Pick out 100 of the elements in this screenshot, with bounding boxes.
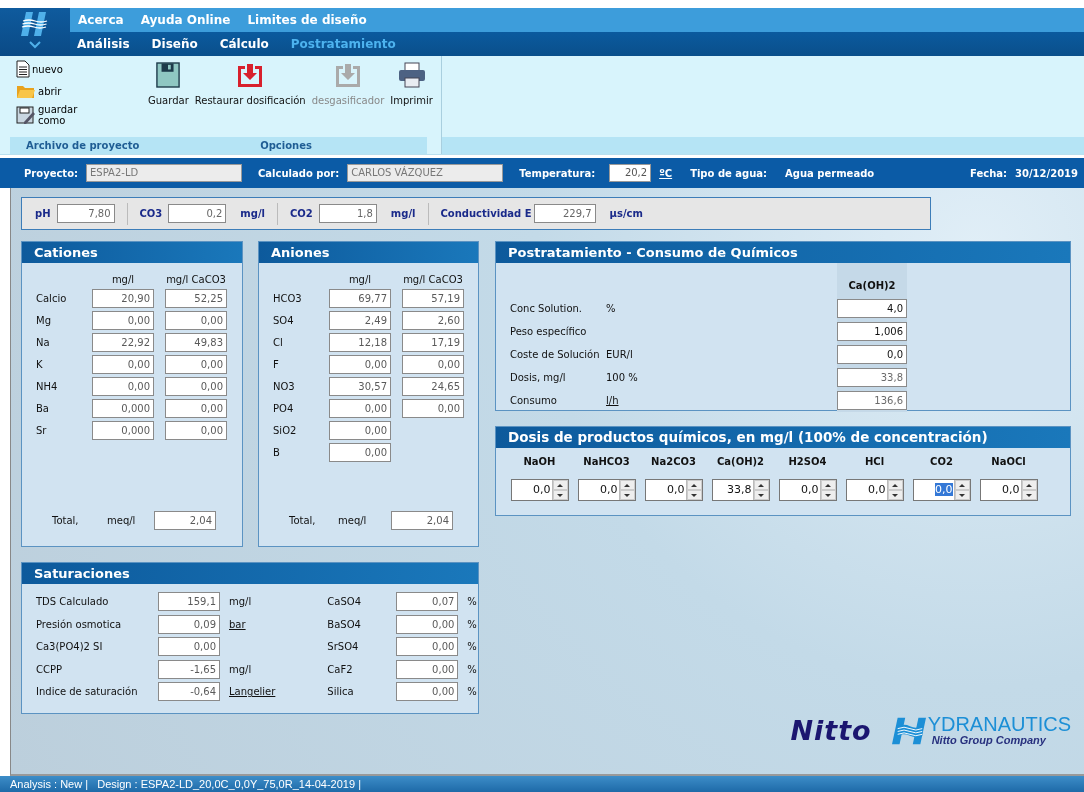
project-field[interactable]: ESPA2-LD — [86, 164, 242, 182]
brand-logo: Nitto — [790, 715, 872, 746]
total-field[interactable]: 2,04 — [154, 511, 216, 530]
ion-label: Cl — [273, 337, 284, 348]
brand-h-icon — [891, 715, 926, 746]
folder-icon — [16, 83, 36, 99]
value-field[interactable]: 7,80 — [56, 204, 115, 223]
value-field[interactable]: 2,60 — [402, 311, 464, 330]
value-field[interactable]: 229,7 — [533, 204, 596, 223]
column-header: mg/l CaCO3 — [402, 273, 464, 285]
value-field[interactable]: 30,57 — [329, 377, 391, 396]
row-label: Presión osmotica — [36, 618, 123, 630]
value-field[interactable]: 0,00 — [329, 355, 391, 374]
field-label: Proyecto: — [24, 167, 78, 179]
value-field[interactable]: 0,00 — [329, 399, 391, 418]
value-field[interactable]: 57,19 — [402, 289, 464, 308]
value-field[interactable]: 0,09 — [158, 614, 220, 634]
total-label: Total, — [288, 515, 317, 526]
row-label: CaF2 — [327, 663, 354, 675]
value-field[interactable]: 17,19 — [402, 333, 464, 352]
value-field[interactable]: 159,1 — [158, 592, 220, 612]
value-field[interactable]: 2,49 — [329, 311, 391, 330]
document-icon — [16, 60, 30, 78]
ion-label: Sr — [36, 425, 48, 436]
value-field[interactable]: 52,25 — [165, 289, 227, 308]
row-label: Indice de saturación — [36, 686, 139, 698]
value-field[interactable]: 0,000 — [92, 399, 154, 418]
value-field[interactable]: 0,00 — [165, 399, 227, 418]
value-field[interactable]: 0,000 — [92, 421, 154, 440]
unit-label: % — [467, 618, 477, 630]
unit-label: mg/l — [229, 663, 252, 675]
ion-label: SO4 — [273, 315, 295, 326]
parameter-label: CO2 — [290, 208, 313, 219]
value-field[interactable]: -0,64 — [158, 682, 220, 702]
panel-title: Postratamiento - Consumo de Químicos — [496, 242, 1070, 263]
value-field[interactable]: 22,92 — [92, 333, 154, 352]
unit-link[interactable]: bar — [229, 618, 246, 630]
value-field[interactable]: 0,00 — [396, 682, 459, 702]
column-header: mg/l CaCO3 — [165, 273, 227, 285]
value-field[interactable]: 0,00 — [165, 311, 227, 330]
unit-label: % — [606, 303, 616, 314]
value-field[interactable]: 0,00 — [402, 399, 464, 418]
value-field[interactable]: 69,77 — [329, 289, 391, 308]
value-field[interactable]: 4,0 — [837, 299, 907, 318]
chemical-label: CO2 — [930, 456, 953, 467]
value-field[interactable]: 0,00 — [165, 355, 227, 374]
row-label: Conc Solution. — [510, 303, 584, 314]
value-field[interactable]: 0,00 — [165, 421, 227, 440]
value-field[interactable]: 0,00 — [92, 377, 154, 396]
calculated-by-field[interactable]: CARLOS VÁZQUEZ — [347, 164, 504, 182]
ribbon-button[interactable]: abrir — [10, 83, 90, 99]
value-field[interactable]: 0,00 — [396, 637, 459, 657]
ion-label: K — [36, 359, 44, 370]
ion-label: NH4 — [36, 381, 59, 392]
value-field[interactable]: 20,90 — [92, 289, 154, 308]
ion-label: B — [273, 447, 281, 458]
temperature-field[interactable]: 20,2 — [609, 164, 652, 182]
brand-tagline: Nitto Group Company — [930, 734, 1047, 746]
ribbon-button[interactable]: Restaurar dosificación — [191, 62, 309, 106]
value-field[interactable]: 0,0 — [837, 345, 907, 364]
chemical-label: H2SO4 — [788, 456, 827, 467]
ion-label: SiO2 — [273, 425, 298, 436]
value-field[interactable]: 0,00 — [158, 637, 220, 657]
value-field[interactable]: 1,8 — [318, 204, 377, 223]
unit-label: mg/l — [240, 208, 265, 219]
value-field[interactable]: 0,00 — [396, 659, 459, 679]
value-field[interactable]: 0,00 — [329, 443, 391, 462]
app-logo-icon — [20, 11, 50, 37]
tab[interactable]: Análisis — [77, 37, 130, 51]
value-field[interactable]: 0,00 — [92, 311, 154, 330]
value-field[interactable]: 33,8 — [837, 368, 907, 387]
value-field[interactable]: 1,006 — [837, 322, 907, 341]
ribbon-button[interactable]: Guardar — [145, 62, 192, 106]
value-field[interactable]: 0,00 — [402, 355, 464, 374]
date-text: 30/12/2019 — [1015, 167, 1078, 179]
value-field[interactable]: -1,65 — [158, 659, 220, 679]
value-field[interactable]: 136,6 — [837, 391, 907, 410]
unit-link[interactable]: l/h — [606, 395, 619, 406]
value-field[interactable]: 24,65 — [402, 377, 464, 396]
chevron-down-icon[interactable] — [29, 41, 41, 49]
tab[interactable]: Cálculo — [219, 37, 269, 51]
panel-title: Dosis de productos químicos, en mg/l (100% de concentración) — [496, 427, 1070, 448]
ribbon-button[interactable]: guardar como — [10, 104, 90, 126]
value-field[interactable]: 0,07 — [396, 592, 459, 612]
unit-link[interactable]: ºC — [659, 167, 673, 179]
row-label: SrSO4 — [327, 641, 360, 653]
tab[interactable]: Diseño — [151, 37, 198, 51]
field-label: Fecha: — [970, 167, 1008, 179]
value-field[interactable]: 0,00 — [329, 421, 391, 440]
value-field[interactable]: 0,00 — [396, 614, 459, 634]
save-as-icon — [16, 106, 36, 124]
ribbon-button[interactable]: Imprimir — [387, 62, 436, 106]
value-field[interactable]: 12,18 — [329, 333, 391, 352]
value-field[interactable]: 49,83 — [165, 333, 227, 352]
value-field[interactable]: 0,2 — [168, 204, 227, 223]
value-field[interactable]: 0,00 — [165, 377, 227, 396]
value-field[interactable]: 0,00 — [92, 355, 154, 374]
total-field[interactable]: 2,04 — [391, 511, 453, 530]
unit-link[interactable]: Langelier — [229, 686, 276, 698]
ribbon-button[interactable]: nuevo — [10, 60, 90, 78]
